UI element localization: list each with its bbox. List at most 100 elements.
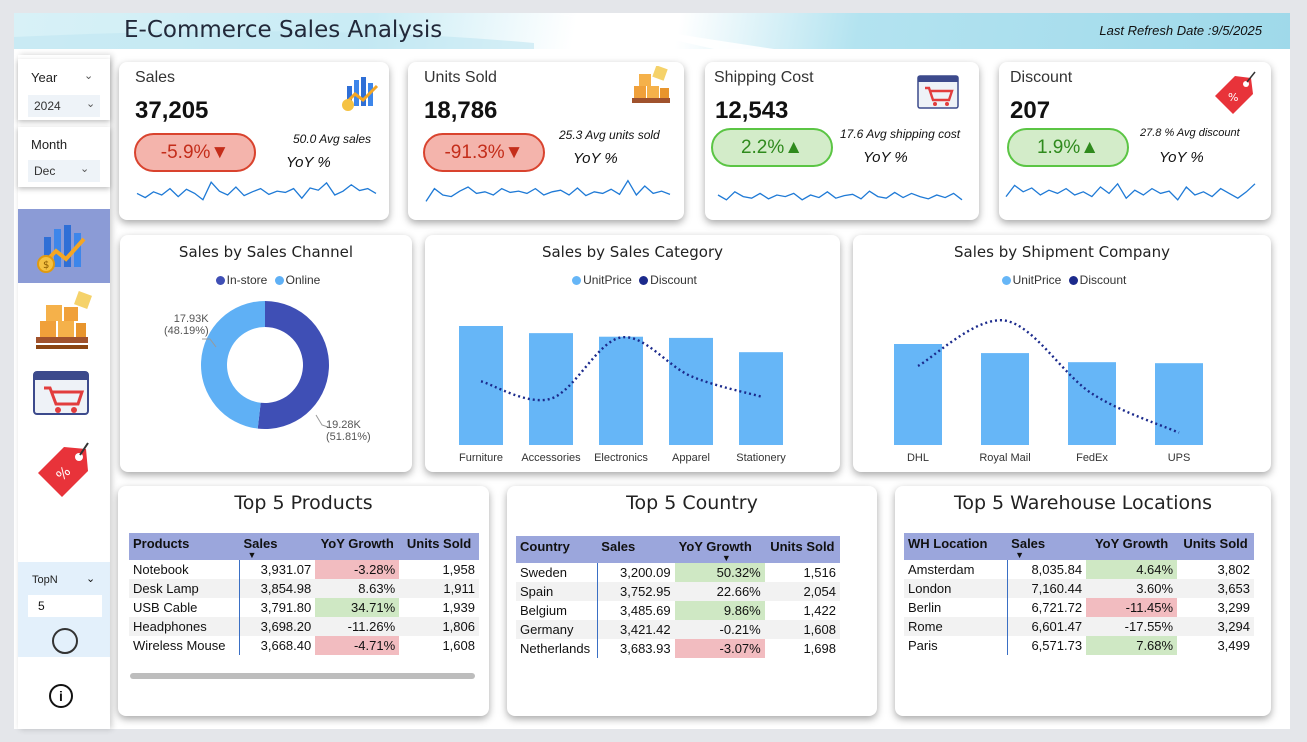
kpi-card-sales: Sales 37,205 -5.9%▼ 50.0 Avg sales YoY % [119, 62, 389, 220]
nav-discount[interactable]: % [18, 433, 110, 507]
table-row[interactable]: Spain 3,752.95 22.66% 2,054 [516, 582, 840, 601]
table-cell: 3,698.20 [239, 617, 316, 636]
bar-electronics [599, 336, 643, 445]
bar-dhl [894, 344, 942, 445]
kpi-average: 50.0 Avg sales [293, 132, 372, 146]
sort-arrow-icon[interactable]: ▼ [722, 553, 731, 563]
sparkline-line [717, 190, 963, 201]
boxes-icon [36, 291, 92, 349]
x-tick-label: Royal Mail [979, 452, 1030, 464]
table-cell: 3,802 [1217, 562, 1250, 577]
legend-label-online[interactable]: Online [286, 273, 321, 287]
chevron-down-icon[interactable]: ⌄ [84, 69, 93, 82]
table-cell: Notebook [129, 560, 241, 579]
table-cell: 3,791.80 [260, 600, 312, 615]
table-cell: Desk Lamp [129, 579, 241, 598]
table-cell: 50.32% [674, 563, 765, 582]
x-tick-label: Stationery [736, 452, 786, 464]
column-header[interactable]: YoY Growth [1086, 533, 1178, 560]
nav-sales[interactable]: $ [18, 209, 110, 283]
sort-arrow-icon[interactable]: ▼ [248, 550, 257, 560]
table-cell: 1,516 [803, 565, 836, 580]
cart-icon [917, 75, 959, 109]
combo-chart: DHL Royal Mail FedEx UPS [894, 319, 1203, 464]
table-cell: 3,294 [1177, 617, 1254, 636]
table-row[interactable]: Belgium 3,485.69 9.86% 1,422 [516, 601, 840, 620]
column-header[interactable]: Country [516, 536, 598, 563]
column-header[interactable]: Sales▼ [239, 533, 316, 560]
table-cell: 3,683.93 [620, 641, 671, 656]
nav-shipping[interactable] [18, 360, 110, 434]
cart-icon [33, 371, 89, 415]
column-header[interactable]: Sales▼ [1007, 533, 1087, 560]
kpi-change-badge: 1.9%▲ [1007, 128, 1129, 167]
month-slicer-label: Month [31, 137, 68, 152]
table-cell: 1,608 [764, 620, 840, 639]
kpi-card-shipping: Shipping Cost 12,543 2.2%▲ 17.6 Avg ship… [705, 62, 979, 220]
table-row[interactable]: Sweden 3,200.09 50.32% 1,516 [516, 563, 840, 582]
column-header[interactable]: YoY Growth▼ [674, 536, 765, 563]
table-row[interactable]: Notebook 3,931.07 -3.28% 1,958 [129, 560, 479, 579]
sales-chart-icon: $ [37, 225, 86, 273]
table-row[interactable]: USB Cable 3,791.80 34.71% 1,939 [129, 598, 479, 617]
table-cell: -3.28% [315, 560, 400, 579]
kpi-yoy-label: YoY % [573, 150, 618, 167]
column-header[interactable]: YoY Growth [315, 533, 400, 560]
topn-input[interactable]: 5 [28, 595, 102, 617]
table-row[interactable]: London 7,160.44 3.60% 3,653 [904, 579, 1254, 598]
table-cell: Rome [904, 617, 1008, 636]
year-slicer[interactable]: Year ⌄ 2024 ⌄ [18, 59, 110, 120]
table-cell: Wireless Mouse [129, 636, 241, 655]
table-row[interactable]: Amsterdam 8,035.84 4.64% 3,802 [904, 560, 1254, 579]
table-row[interactable]: Netherlands 3,683.93 -3.07% 1,698 [516, 639, 840, 658]
dashboard: E-Commerce Sales Analysis Last Refresh D… [0, 0, 1307, 742]
column-header[interactable]: Sales [597, 536, 675, 563]
kpi-value: 12,543 [715, 97, 789, 124]
table-header-row: Country Sales YoY Growth▼ Units Sold [516, 536, 840, 563]
table-row[interactable]: Berlin 6,721.72 -11.45% 3,299 [904, 598, 1254, 617]
kpi-average: 17.6 Avg shipping cost [840, 127, 961, 141]
nav-units[interactable] [18, 287, 110, 361]
table-row[interactable]: Rome 6,601.47 -17.55% 3,294 [904, 617, 1254, 636]
table-cell: 1,698 [803, 641, 836, 656]
topn-label: TopN [32, 574, 58, 586]
info-icon[interactable]: i [49, 684, 73, 708]
chevron-down-icon[interactable]: ⌄ [86, 572, 95, 585]
column-header[interactable]: WH Location [904, 533, 1008, 560]
column-header[interactable]: Units Sold [1177, 533, 1254, 560]
table-cell: USB Cable [129, 598, 241, 617]
table-cell: -0.21% [674, 620, 765, 639]
kpi-average: 25.3 Avg units sold [559, 128, 660, 142]
topn-radio[interactable] [52, 628, 78, 654]
month-dropdown[interactable]: Dec ⌄ [28, 160, 100, 182]
horizontal-scrollbar[interactable] [130, 673, 475, 679]
table-cell: Netherlands [516, 639, 598, 658]
bar-ups [1155, 363, 1203, 445]
table-cell: 3,653 [1177, 579, 1254, 598]
table-cell: -11.26% [315, 617, 400, 636]
table-row[interactable]: Desk Lamp 3,854.98 8.63% 1,911 [129, 579, 479, 598]
column-header[interactable]: Units Sold [764, 536, 840, 563]
month-value: Dec [34, 164, 56, 178]
sort-arrow-icon[interactable]: ▼ [1015, 550, 1024, 560]
table-cell: 1,939 [442, 600, 475, 615]
kpi-yoy-label: YoY % [863, 149, 908, 166]
year-dropdown[interactable]: 2024 ⌄ [28, 95, 100, 117]
bar-fedex [1068, 362, 1116, 445]
kpi-sparkline [717, 190, 963, 201]
table-row[interactable]: Paris 6,571.73 7.68% 3,499 [904, 636, 1254, 655]
x-tick-label: Furniture [459, 452, 503, 464]
topn-slicer[interactable]: TopN ⌄ 5 [18, 562, 110, 657]
legend-label-instore[interactable]: In-store [227, 273, 268, 287]
data-label-online-pct: (48.19%) [164, 325, 209, 337]
table-header-row: Products Sales▼ YoY Growth Units Sold [129, 533, 479, 560]
x-tick-label: UPS [1168, 452, 1191, 464]
table-cell: 7,160.44 [1007, 579, 1087, 598]
column-header[interactable]: Products [129, 533, 240, 560]
table-row[interactable]: Wireless Mouse 3,668.40 -4.71% 1,608 [129, 636, 479, 655]
table-row[interactable]: Germany 3,421.42 -0.21% 1,608 [516, 620, 840, 639]
month-slicer[interactable]: Month Dec ⌄ [18, 127, 110, 187]
table-row[interactable]: Headphones 3,698.20 -11.26% 1,806 [129, 617, 479, 636]
column-header[interactable]: Units Sold [399, 533, 479, 560]
table-cell: 4.64% [1086, 560, 1178, 579]
